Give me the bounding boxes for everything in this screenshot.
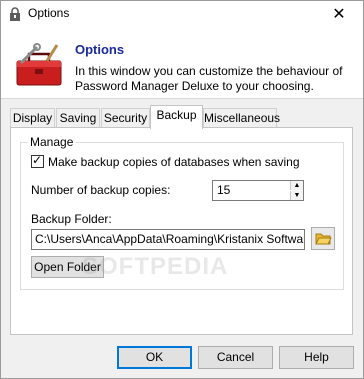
help-button[interactable]: Help xyxy=(279,346,354,369)
tab-security[interactable]: Security xyxy=(101,108,150,128)
ok-button[interactable]: OK xyxy=(117,346,192,369)
watermark: SOFTPEDIA xyxy=(82,253,229,280)
make-backup-copies-label[interactable]: Make backup copies of databases when sav… xyxy=(48,155,300,169)
header-title: Options xyxy=(75,42,125,57)
cancel-button[interactable]: Cancel xyxy=(198,346,273,369)
close-icon: ✕ xyxy=(332,6,346,23)
backup-folder-label: Backup Folder: xyxy=(31,212,112,226)
tab-miscellaneous[interactable]: Miscellaneous xyxy=(203,108,280,128)
backup-copies-label: Number of backup copies: xyxy=(31,183,171,197)
lock-icon xyxy=(10,7,20,21)
check-mark-icon: ✓ xyxy=(32,153,43,167)
tab-saving[interactable]: Saving xyxy=(56,108,100,128)
backup-folder-input[interactable]: C:\Users\Anca\AppData\Roaming\Kristanix … xyxy=(31,229,305,250)
window-title: Options xyxy=(28,6,70,20)
tab-display[interactable]: Display xyxy=(10,108,55,128)
folder-icon xyxy=(315,233,332,245)
close-button[interactable]: ✕ xyxy=(316,1,362,29)
tab-backup[interactable]: Backup xyxy=(150,105,203,129)
spin-up-arrow-icon[interactable]: ▲ xyxy=(290,181,303,190)
spin-down-arrow-icon[interactable]: ▼ xyxy=(290,191,303,200)
manage-group-label: Manage xyxy=(27,135,77,149)
header-description: In this window you can customize the beh… xyxy=(75,64,343,93)
toolbox-icon xyxy=(16,43,62,86)
browse-folder-button[interactable] xyxy=(311,227,335,250)
